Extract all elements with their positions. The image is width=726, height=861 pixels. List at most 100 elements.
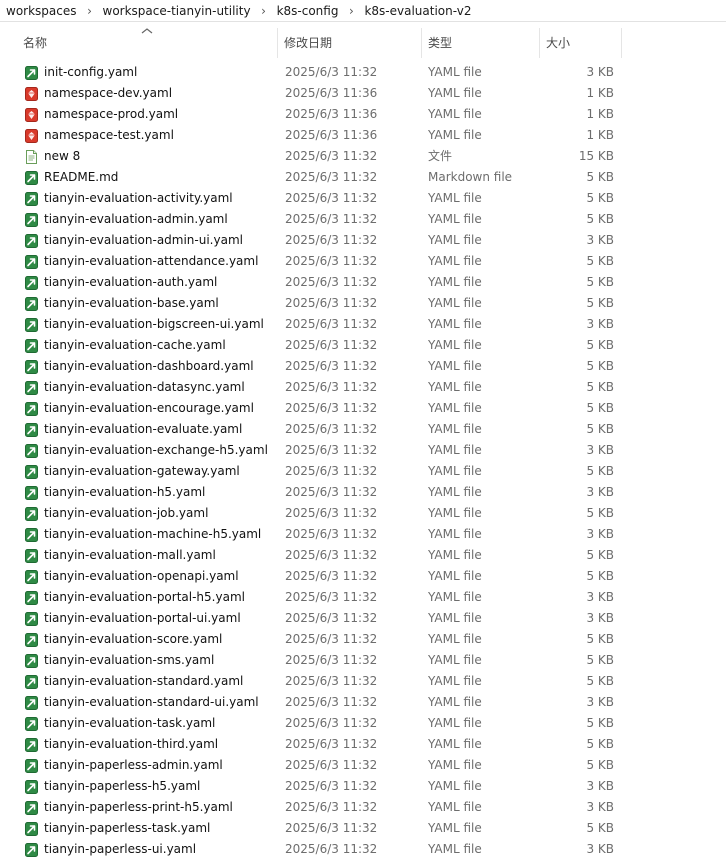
column-divider[interactable] xyxy=(277,28,278,58)
file-name[interactable]: tianyin-evaluation-h5.yaml xyxy=(44,482,205,503)
file-row[interactable]: namespace-prod.yaml 2025/6/3 11:36 YAML fi… xyxy=(0,104,726,125)
file-name[interactable]: tianyin-evaluation-third.yaml xyxy=(44,734,218,755)
file-size: 5 KB xyxy=(586,191,614,205)
file-name[interactable]: tianyin-evaluation-evaluate.yaml xyxy=(44,419,242,440)
file-name[interactable]: tianyin-evaluation-admin.yaml xyxy=(44,209,228,230)
file-type: YAML file xyxy=(428,527,482,541)
file-row[interactable]: tianyin-evaluation-cache.yaml 2025/6/3 11… xyxy=(0,335,726,356)
file-name[interactable]: tianyin-evaluation-task.yaml xyxy=(44,713,215,734)
breadcrumb-item-workspaces[interactable]: workspaces xyxy=(6,4,77,18)
file-row[interactable]: tianyin-evaluation-sms.yaml 2025/6/3 11:3… xyxy=(0,650,726,671)
column-divider[interactable] xyxy=(539,28,540,58)
file-row[interactable]: namespace-dev.yaml 2025/6/3 11:36 YAML fil… xyxy=(0,83,726,104)
file-row[interactable]: tianyin-evaluation-exchange-h5.yaml 2025/… xyxy=(0,440,726,461)
breadcrumb-item-workspace-tianyin-utility[interactable]: workspace-tianyin-utility xyxy=(103,4,251,18)
file-name[interactable]: tianyin-evaluation-encourage.yaml xyxy=(44,398,254,419)
file-row[interactable]: tianyin-evaluation-h5.yaml 2025/6/3 11:32… xyxy=(0,482,726,503)
yaml-file-icon xyxy=(25,633,38,647)
yaml-file-icon xyxy=(25,381,38,395)
breadcrumb-separator[interactable]: › xyxy=(338,4,364,18)
file-name[interactable]: tianyin-evaluation-machine-h5.yaml xyxy=(44,524,261,545)
file-name[interactable]: tianyin-evaluation-admin-ui.yaml xyxy=(44,230,243,251)
file-name[interactable]: tianyin-paperless-print-h5.yaml xyxy=(44,797,233,818)
file-row[interactable]: new 8 2025/6/3 11:32 文件 15 KB xyxy=(0,146,726,167)
file-name[interactable]: tianyin-evaluation-exchange-h5.yaml xyxy=(44,440,268,461)
file-size: 3 KB xyxy=(586,317,614,331)
file-name[interactable]: tianyin-paperless-admin.yaml xyxy=(44,755,223,776)
file-row[interactable]: tianyin-evaluation-evaluate.yaml 2025/6/3… xyxy=(0,419,726,440)
breadcrumb-separator[interactable]: › xyxy=(77,4,103,18)
file-name[interactable]: tianyin-evaluation-portal-ui.yaml xyxy=(44,608,241,629)
file-name[interactable]: tianyin-evaluation-datasync.yaml xyxy=(44,377,245,398)
file-size: 3 KB xyxy=(586,611,614,625)
file-name[interactable]: namespace-dev.yaml xyxy=(44,83,172,104)
file-size: 5 KB xyxy=(586,632,614,646)
file-name[interactable]: namespace-prod.yaml xyxy=(44,104,178,125)
file-row[interactable]: README.md 2025/6/3 11:32 Markdown file 5 KB xyxy=(0,167,726,188)
column-header-size[interactable]: 大小 xyxy=(542,28,620,58)
file-name[interactable]: tianyin-paperless-task.yaml xyxy=(44,818,210,839)
file-name[interactable]: tianyin-evaluation-openapi.yaml xyxy=(44,566,239,587)
file-row[interactable]: tianyin-evaluation-portal-h5.yaml 2025/6/… xyxy=(0,587,726,608)
file-name[interactable]: namespace-test.yaml xyxy=(44,125,174,146)
column-header-type[interactable]: 类型 xyxy=(424,28,538,58)
file-modified-date: 2025/6/3 11:32 xyxy=(285,611,378,625)
file-name[interactable]: init-config.yaml xyxy=(44,62,137,83)
file-row[interactable]: tianyin-evaluation-openapi.yaml 2025/6/3 … xyxy=(0,566,726,587)
file-row[interactable]: tianyin-evaluation-activity.yaml 2025/6/3… xyxy=(0,188,726,209)
file-name[interactable]: tianyin-evaluation-cache.yaml xyxy=(44,335,226,356)
file-name[interactable]: tianyin-evaluation-base.yaml xyxy=(44,293,219,314)
file-name[interactable]: tianyin-paperless-h5.yaml xyxy=(44,776,200,797)
file-row[interactable]: tianyin-evaluation-standard-ui.yaml 2025/… xyxy=(0,692,726,713)
column-divider[interactable] xyxy=(421,28,422,58)
breadcrumb-item-k8s-config[interactable]: k8s-config xyxy=(277,4,339,18)
column-header-date[interactable]: 修改日期 xyxy=(280,28,420,58)
file-row[interactable]: tianyin-evaluation-mall.yaml 2025/6/3 11:… xyxy=(0,545,726,566)
breadcrumb-item-k8s-evaluation-v2[interactable]: k8s-evaluation-v2 xyxy=(364,4,471,18)
file-row[interactable]: tianyin-evaluation-dashboard.yaml 2025/6/… xyxy=(0,356,726,377)
file-row[interactable]: tianyin-evaluation-bigscreen-ui.yaml 2025… xyxy=(0,314,726,335)
file-row[interactable]: tianyin-evaluation-encourage.yaml 2025/6/… xyxy=(0,398,726,419)
file-name[interactable]: tianyin-evaluation-bigscreen-ui.yaml xyxy=(44,314,264,335)
file-name[interactable]: tianyin-evaluation-standard.yaml xyxy=(44,671,243,692)
file-name[interactable]: tianyin-evaluation-score.yaml xyxy=(44,629,222,650)
file-row[interactable]: tianyin-evaluation-datasync.yaml 2025/6/3… xyxy=(0,377,726,398)
file-name[interactable]: tianyin-evaluation-activity.yaml xyxy=(44,188,233,209)
file-row[interactable]: tianyin-evaluation-admin-ui.yaml 2025/6/3… xyxy=(0,230,726,251)
column-divider[interactable] xyxy=(621,28,622,58)
file-name[interactable]: tianyin-evaluation-dashboard.yaml xyxy=(44,356,254,377)
file-type: YAML file xyxy=(428,779,482,793)
file-row[interactable]: tianyin-evaluation-task.yaml 2025/6/3 11:… xyxy=(0,713,726,734)
file-row[interactable]: tianyin-paperless-ui.yaml 2025/6/3 11:32 Y… xyxy=(0,839,726,860)
file-name[interactable]: tianyin-evaluation-sms.yaml xyxy=(44,650,214,671)
file-row[interactable]: tianyin-evaluation-attendance.yaml 2025/6… xyxy=(0,251,726,272)
file-row[interactable]: tianyin-evaluation-machine-h5.yaml 2025/6… xyxy=(0,524,726,545)
file-name[interactable]: tianyin-evaluation-attendance.yaml xyxy=(44,251,258,272)
file-name[interactable]: tianyin-paperless-ui.yaml xyxy=(44,839,196,860)
file-row[interactable]: namespace-test.yaml 2025/6/3 11:36 YAML fi… xyxy=(0,125,726,146)
file-row[interactable]: init-config.yaml 2025/6/3 11:32 YAML file 3… xyxy=(0,62,726,83)
file-name[interactable]: tianyin-evaluation-mall.yaml xyxy=(44,545,216,566)
file-modified-date: 2025/6/3 11:32 xyxy=(285,758,378,772)
file-name[interactable]: tianyin-evaluation-gateway.yaml xyxy=(44,461,240,482)
file-row[interactable]: tianyin-paperless-print-h5.yaml 2025/6/3 … xyxy=(0,797,726,818)
file-row[interactable]: tianyin-evaluation-portal-ui.yaml 2025/6/… xyxy=(0,608,726,629)
file-row[interactable]: tianyin-evaluation-admin.yaml 2025/6/3 11… xyxy=(0,209,726,230)
file-name[interactable]: new 8 xyxy=(44,146,80,167)
file-row[interactable]: tianyin-evaluation-score.yaml 2025/6/3 11… xyxy=(0,629,726,650)
file-row[interactable]: tianyin-paperless-admin.yaml 2025/6/3 11:… xyxy=(0,755,726,776)
file-name[interactable]: tianyin-evaluation-job.yaml xyxy=(44,503,208,524)
file-name[interactable]: tianyin-evaluation-auth.yaml xyxy=(44,272,217,293)
file-row[interactable]: tianyin-evaluation-third.yaml 2025/6/3 11… xyxy=(0,734,726,755)
file-name[interactable]: README.md xyxy=(44,167,118,188)
file-row[interactable]: tianyin-evaluation-job.yaml 2025/6/3 11:3… xyxy=(0,503,726,524)
file-row[interactable]: tianyin-evaluation-gateway.yaml 2025/6/3 … xyxy=(0,461,726,482)
file-row[interactable]: tianyin-evaluation-auth.yaml 2025/6/3 11:… xyxy=(0,272,726,293)
file-name[interactable]: tianyin-evaluation-portal-h5.yaml xyxy=(44,587,245,608)
file-row[interactable]: tianyin-evaluation-standard.yaml 2025/6/3… xyxy=(0,671,726,692)
breadcrumb-separator[interactable]: › xyxy=(251,4,277,18)
file-row[interactable]: tianyin-paperless-task.yaml 2025/6/3 11:3… xyxy=(0,818,726,839)
file-name[interactable]: tianyin-evaluation-standard-ui.yaml xyxy=(44,692,259,713)
file-row[interactable]: tianyin-paperless-h5.yaml 2025/6/3 11:32 Y… xyxy=(0,776,726,797)
file-row[interactable]: tianyin-evaluation-base.yaml 2025/6/3 11:… xyxy=(0,293,726,314)
